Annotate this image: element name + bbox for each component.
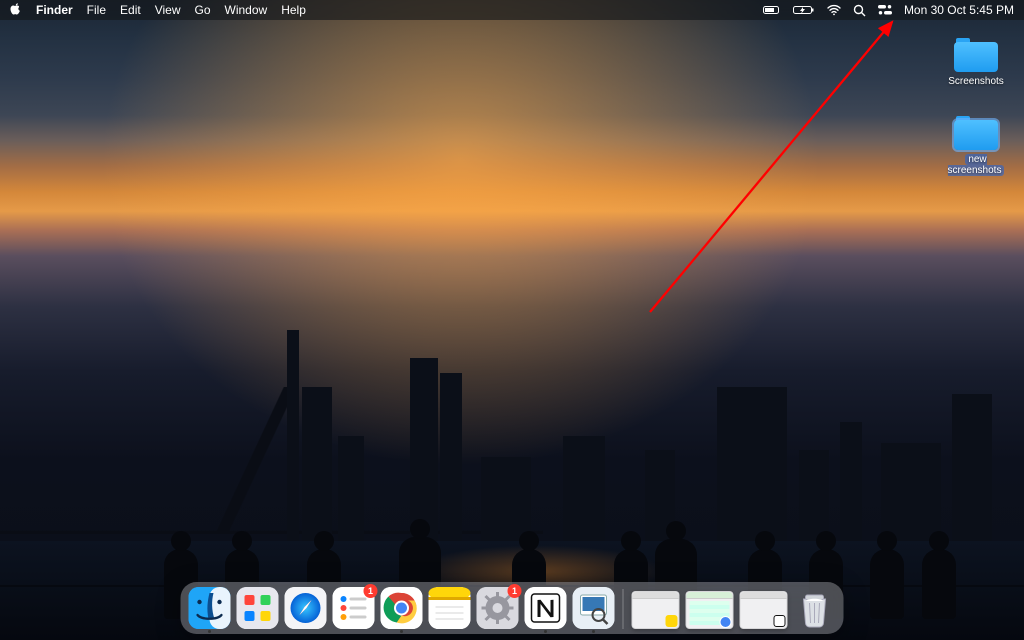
apple-menu-icon[interactable]: [10, 3, 22, 17]
dock-app-notion[interactable]: [525, 587, 567, 629]
folder-label: Screenshots: [948, 76, 1004, 87]
folder-icon: [952, 112, 1000, 150]
dock-app-notes[interactable]: [429, 587, 471, 629]
dock-trash[interactable]: [794, 587, 836, 629]
desktop-wallpaper[interactable]: [0, 0, 1024, 640]
dock-minimized-window-2[interactable]: [686, 591, 734, 629]
app-badge-chrome-icon: [720, 615, 732, 627]
wifi-status-icon[interactable]: [827, 4, 841, 16]
spotlight-icon[interactable]: [853, 4, 866, 17]
menu-edit[interactable]: Edit: [120, 3, 141, 17]
running-indicator: [544, 630, 547, 633]
notification-badge: 1: [364, 584, 378, 598]
menu-help[interactable]: Help: [281, 3, 306, 17]
notification-badge: 1: [508, 584, 522, 598]
folder-label: new screenshots: [948, 154, 1005, 176]
battery-status-icon[interactable]: [793, 4, 815, 16]
running-indicator: [208, 630, 211, 633]
active-app-name[interactable]: Finder: [36, 3, 73, 17]
desktop-folder-new-screenshots[interactable]: new screenshots: [940, 112, 1012, 176]
app-badge-notes-icon: [666, 615, 678, 627]
desktop-folder-screenshots[interactable]: Screenshots: [940, 34, 1012, 87]
folder-icon: [952, 34, 1000, 72]
dock-minimized-window-1[interactable]: [632, 591, 680, 629]
dock-separator: [623, 589, 624, 629]
dock-minimized-window-3[interactable]: [740, 591, 788, 629]
progress-menulet-icon[interactable]: [763, 4, 781, 16]
menu-view[interactable]: View: [155, 3, 181, 17]
menu-file[interactable]: File: [87, 3, 106, 17]
dock-app-safari[interactable]: [285, 587, 327, 629]
app-badge-notion-icon: [774, 615, 786, 627]
control-center-icon[interactable]: [878, 4, 892, 16]
dock-app-finder[interactable]: [189, 587, 231, 629]
menu-go[interactable]: Go: [195, 3, 211, 17]
menu-window[interactable]: Window: [225, 3, 268, 17]
dock-app-launchpad[interactable]: [237, 587, 279, 629]
dock-app-system-settings[interactable]: 1: [477, 587, 519, 629]
running-indicator: [592, 630, 595, 633]
dock: 1 1: [181, 582, 844, 634]
dock-app-preview[interactable]: [573, 587, 615, 629]
dock-app-reminders[interactable]: 1: [333, 587, 375, 629]
running-indicator: [400, 630, 403, 633]
datetime-display[interactable]: Mon 30 Oct 5:45 PM: [904, 3, 1014, 17]
dock-app-chrome[interactable]: [381, 587, 423, 629]
menubar: Finder File Edit View Go Window Help Mon…: [0, 0, 1024, 20]
